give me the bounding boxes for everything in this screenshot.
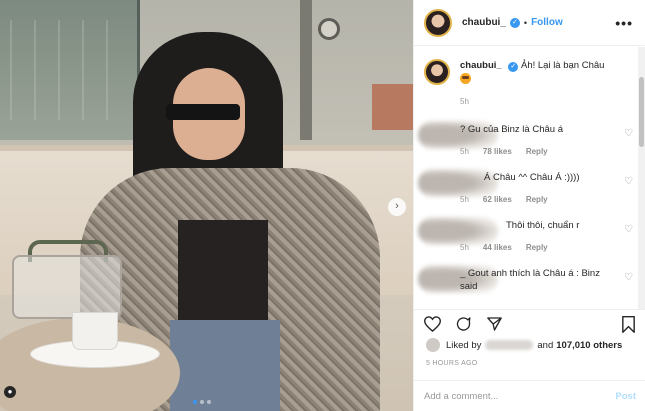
avatar[interactable] bbox=[424, 8, 452, 37]
reply-button[interactable]: Reply bbox=[526, 147, 548, 156]
coffee-cup bbox=[72, 312, 118, 350]
header-separator: • bbox=[523, 17, 528, 28]
post-button[interactable]: Post bbox=[615, 391, 636, 402]
blurred-username bbox=[485, 340, 534, 350]
carousel-dot bbox=[200, 400, 204, 404]
comment-text: Thôi thôi, chuẩn r bbox=[506, 220, 580, 231]
comment-text: _ Gout anh thích là Châu á : Binz said bbox=[460, 268, 600, 292]
reply-button[interactable]: Reply bbox=[526, 243, 548, 252]
background-planter bbox=[372, 84, 413, 130]
heart-icon[interactable]: ♡ bbox=[624, 128, 633, 139]
background-pillar bbox=[300, 0, 312, 140]
list-item: ? Gu của Binz là Châu á 5h 78 likes Repl… bbox=[414, 119, 639, 167]
likes-joiner: and bbox=[537, 339, 554, 351]
background-window bbox=[0, 0, 140, 140]
list-item: _ Gout anh thích là Châu á : Binz said ♡ bbox=[414, 263, 639, 309]
comment-likes[interactable]: 44 likes bbox=[483, 243, 512, 252]
comments-scrollbar[interactable] bbox=[638, 47, 645, 309]
comments-list[interactable]: chaubui_ ✓ Ảh! Lại là bạn Châu 5h ? Gu c… bbox=[414, 47, 639, 309]
heart-icon[interactable]: ♡ bbox=[624, 224, 633, 235]
post-timestamp: 5 HOURS AGO bbox=[426, 360, 478, 367]
action-bar bbox=[414, 309, 645, 339]
heart-icon[interactable]: ♡ bbox=[624, 176, 633, 187]
next-arrow-icon[interactable]: › bbox=[388, 198, 406, 216]
wall-fan bbox=[318, 18, 340, 40]
post-side-panel: chaubui_ ✓ • Follow ••• chaubui_ ✓ Ảh! L… bbox=[413, 0, 645, 411]
comment-meta: 5h 44 likes Reply bbox=[460, 243, 548, 252]
caption: chaubui_ ✓ Ảh! Lại là bạn Châu 5h bbox=[424, 59, 636, 109]
comment-text: Á Châu ^^ Châu Á :)))) bbox=[484, 172, 580, 183]
add-comment-bar: Add a comment... Post bbox=[414, 380, 645, 411]
comment-likes[interactable]: 62 likes bbox=[483, 195, 512, 204]
clear-handbag bbox=[12, 255, 122, 319]
caption-body: chaubui_ ✓ Ảh! Lại là bạn Châu 5h bbox=[460, 59, 604, 109]
monkey-emoji-icon bbox=[460, 73, 471, 84]
heart-icon[interactable] bbox=[423, 316, 442, 339]
caption-text: Ảh! Lại là bạn Châu bbox=[520, 60, 605, 71]
carousel-dot-active bbox=[193, 400, 197, 404]
heart-icon[interactable]: ♡ bbox=[624, 272, 633, 283]
comment-likes[interactable]: 78 likes bbox=[483, 147, 512, 156]
scrollbar-thumb[interactable] bbox=[639, 77, 644, 147]
comment-time: 5h bbox=[460, 243, 469, 252]
reply-button[interactable]: Reply bbox=[526, 195, 548, 204]
carousel-dot bbox=[207, 400, 211, 404]
user-tag-icon[interactable]: ● bbox=[4, 386, 16, 398]
caption-time: 5h bbox=[460, 97, 469, 106]
comment-input[interactable]: Add a comment... bbox=[424, 391, 498, 402]
likes-summary[interactable]: Liked by and 107,010 others bbox=[426, 338, 625, 352]
bookmark-icon[interactable] bbox=[621, 316, 636, 339]
caption-username[interactable]: chaubui_ bbox=[460, 60, 502, 71]
comment-text: ? Gu của Binz là Châu á bbox=[460, 124, 563, 135]
comment-meta: 5h 78 likes Reply bbox=[460, 147, 548, 156]
person-sunglasses bbox=[166, 104, 240, 120]
likes-count[interactable]: 107,010 others bbox=[556, 340, 622, 351]
post-header: chaubui_ ✓ • Follow ••• bbox=[414, 0, 645, 46]
more-options-icon[interactable]: ••• bbox=[615, 15, 633, 31]
likes-prefix: Liked by bbox=[446, 339, 482, 351]
avatar[interactable] bbox=[424, 59, 450, 85]
comment-meta: 5h 62 likes Reply bbox=[460, 195, 548, 204]
verified-badge-icon: ✓ bbox=[508, 62, 519, 72]
comment-icon[interactable] bbox=[455, 316, 472, 339]
header-username[interactable]: chaubui_ bbox=[462, 17, 506, 28]
share-icon[interactable] bbox=[486, 316, 503, 339]
follow-button[interactable]: Follow bbox=[531, 17, 563, 28]
verified-badge-icon: ✓ bbox=[509, 17, 520, 28]
person-jeans bbox=[170, 320, 280, 411]
carousel-dots bbox=[193, 400, 211, 404]
comment-time: 5h bbox=[460, 195, 469, 204]
comment-time: 5h bbox=[460, 147, 469, 156]
blurred-avatar bbox=[418, 217, 498, 245]
avatar bbox=[426, 338, 440, 352]
person-top bbox=[178, 220, 268, 330]
list-item: Á Châu ^^ Châu Á :)))) 5h 62 likes Reply… bbox=[414, 167, 639, 215]
list-item: Thôi thôi, chuẩn r 5h 44 likes Reply ♡ bbox=[414, 215, 639, 263]
post-photo[interactable]: › ● bbox=[0, 0, 413, 411]
